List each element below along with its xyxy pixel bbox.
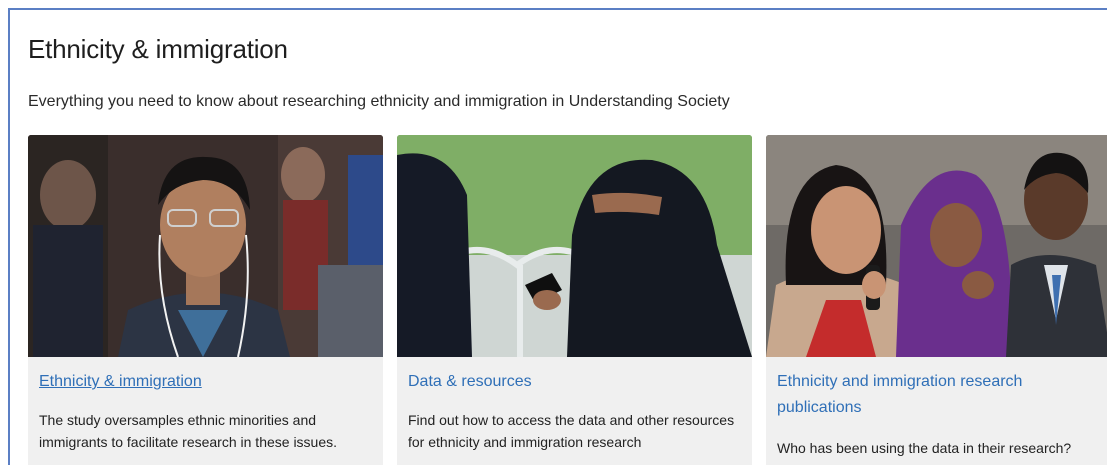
woman-in-niqab-with-phone-photo[interactable] [397,135,752,357]
card-description: Who has been using the data in their res… [777,440,1072,456]
card-data-resources[interactable]: Data & resources Find out how to access … [397,135,752,465]
card-description: Find out how to access the data and othe… [408,412,735,450]
content-frame: Ethnicity & immigration Everything you n… [8,8,1107,465]
card-title-link[interactable]: Ethnicity & immigration [39,369,359,395]
panel-speakers-photo[interactable] [766,135,1107,357]
card-research-publications[interactable]: Ethnicity and immigration research publi… [766,135,1107,465]
page-title: Ethnicity & immigration [28,34,288,64]
card-description: The study oversamples ethnic minorities … [39,412,338,450]
card-ethnicity-immigration[interactable]: Ethnicity & immigration The study oversa… [28,135,383,465]
card-title[interactable]: Data & resources [408,369,728,395]
man-with-earphones-photo[interactable] [28,135,383,357]
card-title[interactable]: Ethnicity and immigration research publi… [777,369,1097,421]
page-intro: Everything you need to know about resear… [28,93,730,110]
